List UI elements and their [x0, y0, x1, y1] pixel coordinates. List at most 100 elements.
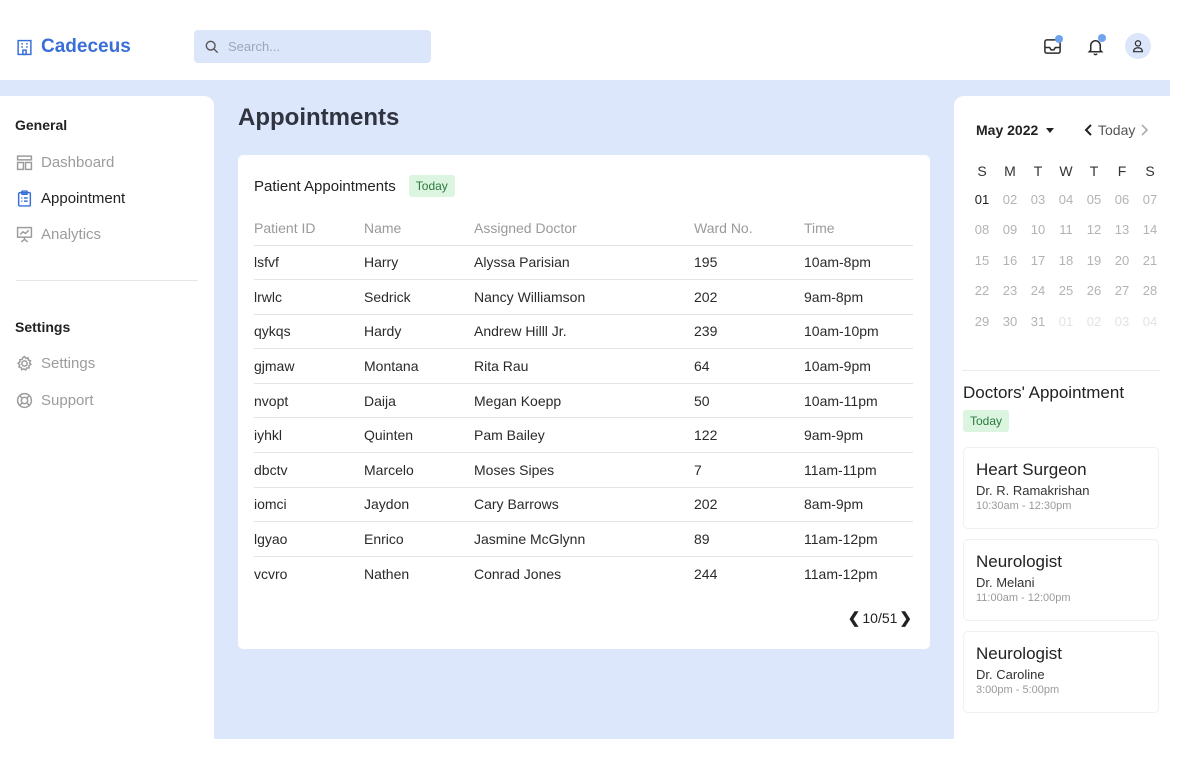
- sidebar: General Dashboard Appointment Analytics …: [0, 96, 214, 757]
- calendar-day[interactable]: 17: [1024, 245, 1052, 276]
- calendar-day[interactable]: 30: [996, 306, 1024, 337]
- patient-name-cell: Montana: [364, 348, 474, 384]
- doctor-cell: Alyssa Parisian: [474, 245, 694, 281]
- patient-id-cell: lgyao: [254, 521, 364, 557]
- chevron-right-icon[interactable]: [1139, 124, 1149, 136]
- top-actions: [1040, 33, 1151, 59]
- patient-id-cell: lsfvf: [254, 245, 364, 281]
- search-input[interactable]: [228, 39, 408, 54]
- calendar-day[interactable]: 03: [1108, 306, 1136, 337]
- calendar-day[interactable]: 22: [968, 276, 996, 307]
- today-button[interactable]: Today: [1098, 122, 1135, 138]
- calendar-day[interactable]: 10: [1024, 215, 1052, 246]
- calendar-day[interactable]: 07: [1136, 184, 1164, 215]
- notifications-button[interactable]: [1083, 34, 1107, 58]
- calendar-day[interactable]: 01: [1052, 306, 1080, 337]
- weekday-header: F: [1117, 163, 1127, 179]
- calendar-day[interactable]: 08: [968, 215, 996, 246]
- calendar-day[interactable]: 09: [996, 215, 1024, 246]
- table-header-row: Patient ID Name Assigned Doctor Ward No.…: [254, 211, 913, 246]
- sidebar-item-appointment[interactable]: Appointment: [16, 190, 125, 207]
- table-row[interactable]: gjmaw Montana Rita Rau 64 10am-9pm: [254, 348, 913, 384]
- sidebar-item-analytics[interactable]: Analytics: [16, 226, 101, 243]
- presentation-chart-icon: [16, 226, 33, 243]
- calendar-day[interactable]: 01: [968, 184, 996, 215]
- table-row[interactable]: dbctv Marcelo Moses Sipes 7 11am-11pm: [254, 452, 913, 488]
- weekday-header: T: [1089, 163, 1099, 179]
- calendar-day[interactable]: 03: [1024, 184, 1052, 215]
- calendar-day[interactable]: 24: [1024, 276, 1052, 307]
- search-bar[interactable]: [194, 30, 431, 63]
- doctor-card[interactable]: Heart Surgeon Dr. R. Ramakrishan 10:30am…: [963, 447, 1159, 529]
- column-header: Assigned Doctor: [474, 211, 694, 246]
- sidebar-item-label: Settings: [41, 355, 96, 372]
- doctor-card[interactable]: Neurologist Dr. Caroline 3:00pm - 5:00pm: [963, 631, 1159, 713]
- calendar-day[interactable]: 23: [996, 276, 1024, 307]
- doctor-time: 10:30am - 12:30pm: [976, 500, 1072, 512]
- calendar-day[interactable]: 28: [1136, 276, 1164, 307]
- doctor-cell: Andrew Hilll Jr.: [474, 314, 694, 350]
- calendar-day[interactable]: 21: [1136, 245, 1164, 276]
- calendar-day[interactable]: 13: [1108, 215, 1136, 246]
- section-title-general: General: [15, 117, 68, 133]
- user-avatar[interactable]: [1125, 33, 1151, 59]
- calendar-day[interactable]: 18: [1052, 245, 1080, 276]
- time-cell: 10am-10pm: [804, 314, 913, 350]
- patient-name-cell: Quinten: [364, 417, 474, 454]
- caret-down-icon: [1046, 128, 1055, 133]
- doctor-cell: Rita Rau: [474, 348, 694, 384]
- doctors-today-badge: Today: [963, 410, 1010, 432]
- gear-icon: [16, 355, 32, 372]
- calendar-day[interactable]: 12: [1080, 215, 1108, 246]
- weekday-header: W: [1059, 163, 1073, 179]
- table-row[interactable]: vcvro Nathen Conrad Jones 244 11am-12pm: [254, 556, 913, 591]
- calendar-day[interactable]: 04: [1052, 184, 1080, 215]
- patient-name-cell: Hardy: [364, 314, 474, 350]
- patient-id-cell: qykqs: [254, 314, 364, 350]
- calendar-day[interactable]: 26: [1080, 276, 1108, 307]
- ward-cell: 122: [694, 417, 804, 454]
- calendar-day[interactable]: 25: [1052, 276, 1080, 307]
- user-icon: [1133, 40, 1143, 53]
- doctor-time: 3:00pm - 5:00pm: [976, 684, 1060, 696]
- sidebar-item-support[interactable]: Support: [16, 392, 94, 409]
- sidebar-item-dashboard[interactable]: Dashboard: [16, 154, 114, 171]
- doctor-card[interactable]: Neurologist Dr. Melani 11:00am - 12:00pm: [963, 539, 1159, 621]
- calendar-day[interactable]: 15: [968, 245, 996, 276]
- prev-page-button[interactable]: ❮: [848, 609, 861, 627]
- ward-cell: 202: [694, 487, 804, 523]
- month-label: May 2022: [976, 122, 1039, 138]
- table-row[interactable]: lgyao Enrico Jasmine McGlynn 89 11am-12p…: [254, 521, 913, 557]
- table-row[interactable]: iomci Jaydon Cary Barrows 202 8am-9pm: [254, 487, 913, 523]
- calendar-day[interactable]: 11: [1052, 215, 1080, 246]
- calendar-day[interactable]: 31: [1024, 306, 1052, 337]
- calendar-day[interactable]: 20: [1108, 245, 1136, 276]
- next-page-button[interactable]: ❯: [899, 609, 912, 627]
- chevron-left-icon[interactable]: [1084, 124, 1094, 136]
- calendar-day[interactable]: 27: [1108, 276, 1136, 307]
- calendar-day[interactable]: 05: [1080, 184, 1108, 215]
- sidebar-item-settings[interactable]: Settings: [16, 355, 95, 372]
- section-title-settings: Settings: [15, 319, 71, 335]
- ward-cell: 244: [694, 565, 718, 582]
- patient-name-cell: Marcelo: [364, 452, 474, 488]
- calendar-day[interactable]: 19: [1080, 245, 1108, 276]
- calendar-day[interactable]: 02: [1080, 306, 1108, 337]
- calendar-day[interactable]: 02: [996, 184, 1024, 215]
- calendar-day[interactable]: 06: [1108, 184, 1136, 215]
- brand-logo[interactable]: Cadeceus: [16, 36, 131, 58]
- lifebuoy-icon: [16, 392, 33, 409]
- calendar-day[interactable]: 04: [1136, 306, 1164, 337]
- inbox-button[interactable]: [1040, 34, 1064, 58]
- table-row[interactable]: lrwlc Sedrick Nancy Williamson 202 9am-8…: [254, 279, 913, 315]
- calendar-day[interactable]: 16: [996, 245, 1024, 276]
- table-row[interactable]: iyhkl Quinten Pam Bailey 122 9am-9pm: [254, 417, 913, 454]
- table-row[interactable]: nvopt Daija Megan Koepp 50 10am-11pm: [254, 383, 913, 419]
- calendar-day[interactable]: 29: [968, 306, 996, 337]
- patient-name-cell: Enrico: [364, 521, 474, 557]
- patient-id-cell: vcvro: [254, 565, 288, 582]
- table-row[interactable]: lsfvf Harry Alyssa Parisian 195 10am-8pm: [254, 245, 913, 281]
- month-selector[interactable]: May 2022: [976, 122, 1055, 138]
- calendar-day[interactable]: 14: [1136, 215, 1164, 246]
- table-row[interactable]: qykqs Hardy Andrew Hilll Jr. 239 10am-10…: [254, 314, 913, 350]
